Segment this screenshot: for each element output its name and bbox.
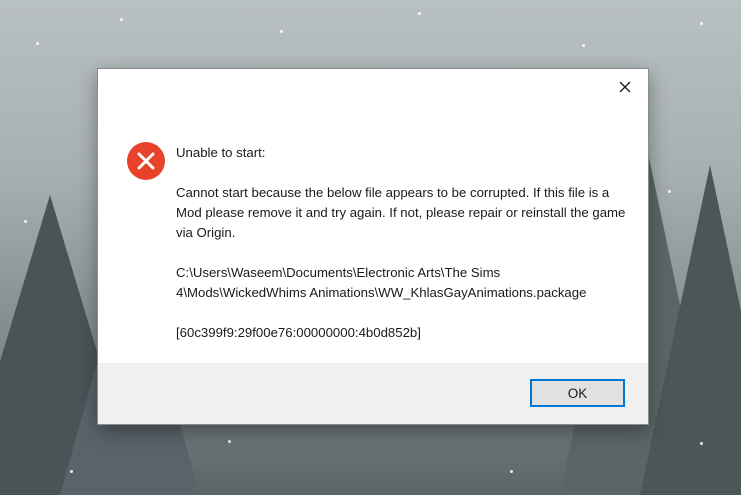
dialog-footer: OK — [98, 363, 648, 424]
file-path-line-1: C:\Users\Waseem\Documents\Electronic Art… — [176, 265, 501, 280]
message-body: Cannot start because the below file appe… — [176, 185, 626, 240]
error-dialog: Unable to start: Cannot start because th… — [97, 68, 649, 425]
background-tree — [640, 165, 741, 495]
ok-button[interactable]: OK — [530, 379, 625, 407]
close-button[interactable] — [602, 69, 648, 105]
snowflake — [70, 470, 73, 473]
snowflake — [120, 18, 123, 21]
snowflake — [228, 440, 231, 443]
snowflake — [700, 22, 703, 25]
error-x-circle-icon — [127, 142, 165, 180]
snowflake — [418, 12, 421, 15]
error-code: [60c399f9:29f00e76:00000000:4b0d852b] — [176, 325, 421, 340]
close-icon — [619, 81, 631, 93]
snowflake — [24, 220, 27, 223]
message-heading: Unable to start: — [176, 145, 266, 160]
snowflake — [582, 44, 585, 47]
snowflake — [36, 42, 39, 45]
file-path-line-2: 4\Mods\WickedWhims Animations\WW_KhlasGa… — [176, 285, 587, 300]
snowflake — [280, 30, 283, 33]
snowflake — [700, 442, 703, 445]
snowflake — [510, 470, 513, 473]
snowflake — [668, 190, 671, 193]
dialog-content: Unable to start: Cannot start because th… — [98, 105, 648, 362]
error-message: Unable to start: Cannot start because th… — [176, 143, 636, 343]
